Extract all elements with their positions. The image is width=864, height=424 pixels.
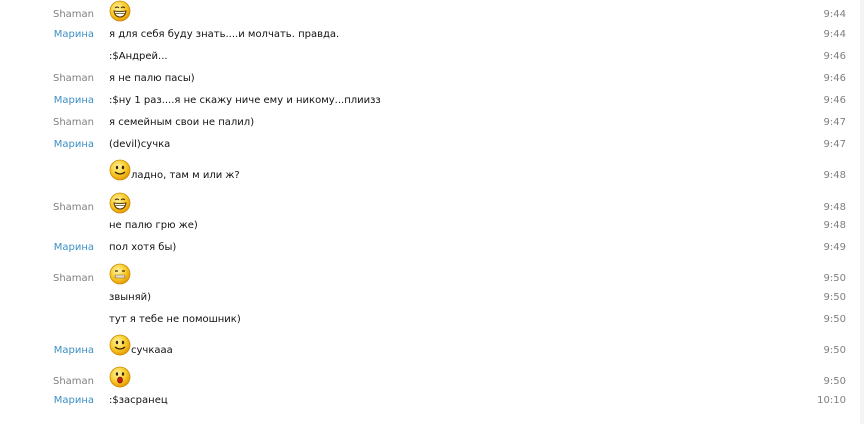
chat-message: Марина :$засранец 10:10 — [0, 395, 864, 409]
sender-name[interactable]: Shaman — [0, 202, 94, 213]
message-text: пол хотя бы) — [109, 242, 177, 253]
message-time: 9:44 — [823, 9, 846, 20]
message-time: 9:46 — [823, 73, 846, 84]
chat-message: Shaman 9:48 — [0, 192, 864, 214]
sender-name[interactable]: Shaman — [0, 9, 94, 20]
message-time: 9:46 — [823, 51, 846, 62]
chat-message: Shaman я не палю пасы) 9:46 — [0, 73, 864, 87]
message-time: 9:48 — [823, 202, 846, 213]
sender-name[interactable]: Марина — [0, 395, 94, 406]
sender-name[interactable]: Марина — [0, 139, 94, 150]
chat-message: Shaman я семейным свои не палил) 9:47 — [0, 117, 864, 131]
message-text: :$Андрей... — [109, 51, 168, 62]
chat-message: :$Андрей... 9:46 — [0, 51, 864, 65]
chat-message: Марина пол хотя бы) 9:49 — [0, 242, 864, 256]
message-text: я для себя буду знать....и молчать. прав… — [109, 29, 340, 40]
scrollbar-track[interactable] — [860, 0, 864, 424]
chat-message: тут я тебе не помошник) 9:50 — [0, 314, 864, 328]
sender-name[interactable]: Shaman — [0, 73, 94, 84]
chat-message: звыняй) 9:50 — [0, 292, 864, 306]
message-time: 9:50 — [823, 345, 846, 356]
chat-message: Shaman 9:50 — [0, 263, 864, 285]
message-text: не палю грю же) — [109, 220, 198, 231]
message-text: :$засранец — [109, 395, 168, 406]
chat-message: Shaman 9:44 — [0, 0, 864, 22]
sender-name[interactable]: Марина — [0, 242, 94, 253]
message-time: 9:47 — [823, 117, 846, 128]
chat-message: не палю грю же) 9:48 — [0, 220, 864, 234]
message-text: :$ну 1 раз....я не скажу ниче ему и нико… — [109, 95, 381, 106]
grin-face-icon — [109, 192, 131, 214]
chat-message: Марина я для себя буду знать....и молчат… — [0, 29, 864, 43]
message-time: 9:50 — [823, 314, 846, 325]
chat-message: Shaman 9:50 — [0, 366, 864, 388]
message-text: я не палю пасы) — [109, 73, 195, 84]
message-text: сучкааа — [131, 345, 173, 356]
message-time: 9:50 — [823, 292, 846, 303]
message-text: я семейным свои не палил) — [109, 117, 255, 128]
message-time: 9:48 — [823, 170, 846, 181]
message-text: ладно, там м или ж? — [131, 170, 240, 181]
sender-name[interactable]: Shaman — [0, 273, 94, 284]
sender-name[interactable]: Shaman — [0, 376, 94, 387]
sender-name[interactable]: Shaman — [0, 117, 94, 128]
sender-name[interactable]: Марина — [0, 95, 94, 106]
chat-message: Марина :$ну 1 раз....я не скажу ниче ему… — [0, 95, 864, 109]
chat-message: Марина (devil)сучка 9:47 — [0, 139, 864, 153]
message-time: 10:10 — [817, 395, 846, 406]
message-text: звыняй) — [109, 292, 152, 303]
message-time: 9:46 — [823, 95, 846, 106]
sender-name[interactable]: Марина — [0, 345, 94, 356]
message-time: 9:44 — [823, 29, 846, 40]
surprised-face-icon — [109, 366, 131, 388]
message-text: тут я тебе не помошник) — [109, 314, 241, 325]
message-time: 9:50 — [823, 376, 846, 387]
message-text: (devil)сучка — [109, 139, 171, 150]
smile-face-icon — [109, 334, 131, 356]
smile-face-icon — [109, 159, 131, 181]
message-time: 9:49 — [823, 242, 846, 253]
message-time: 9:48 — [823, 220, 846, 231]
chat-message: Марина сучкааа 9:50 — [0, 334, 864, 358]
chat-message: ладно, там м или ж? 9:48 — [0, 159, 864, 183]
message-time: 9:47 — [823, 139, 846, 150]
chat-history: Shaman 9:44 Марина я для себя буду знать… — [0, 0, 864, 424]
sender-name[interactable]: Марина — [0, 29, 94, 40]
grin-face-icon — [109, 0, 131, 22]
zipped-face-icon — [109, 263, 131, 285]
message-time: 9:50 — [823, 273, 846, 284]
